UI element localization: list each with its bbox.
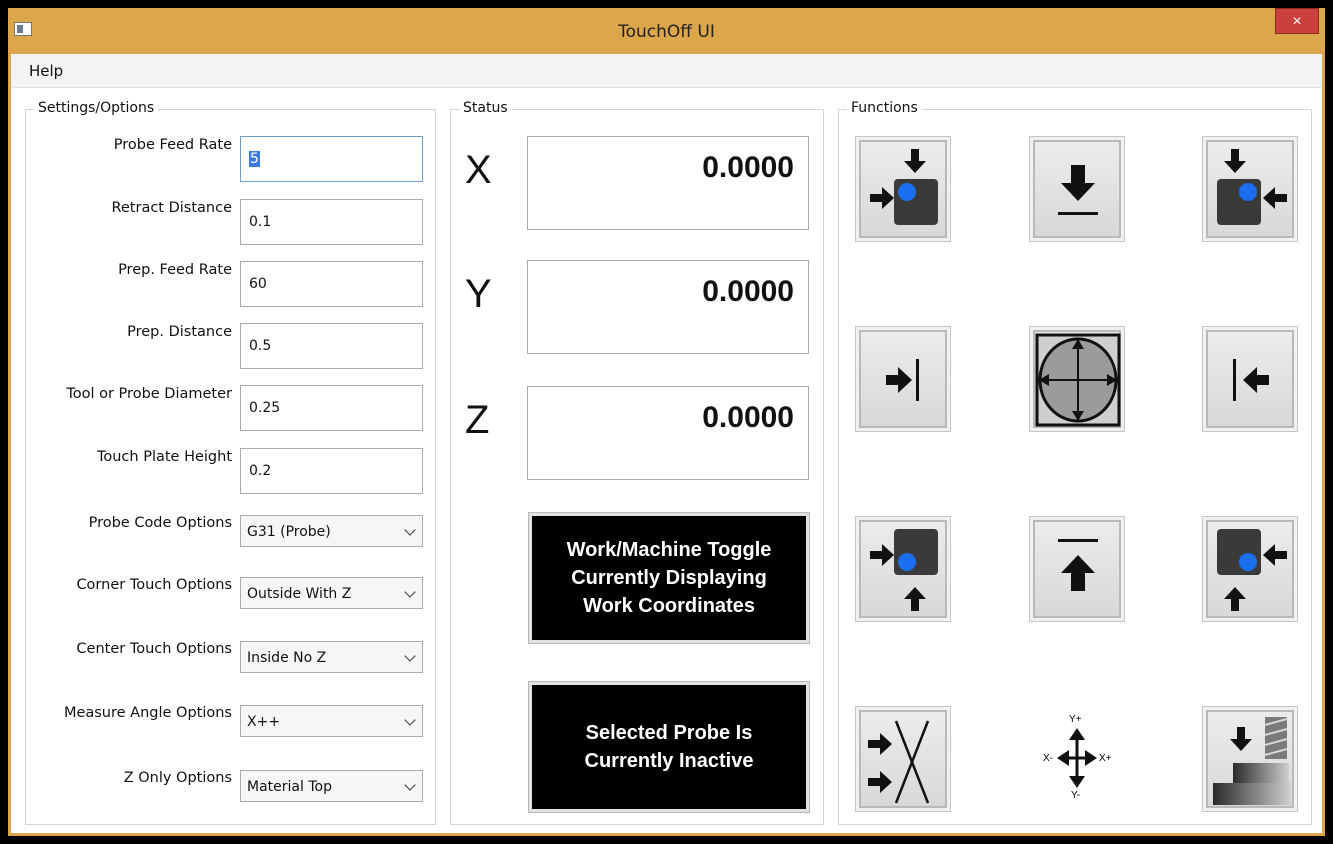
y-axis-label: Y — [465, 272, 492, 316]
probe-status-indicator: Selected Probe Is Currently Inactive — [528, 681, 810, 813]
corner-front-left-icon — [870, 529, 938, 611]
y-position-display: 0.0000 — [527, 260, 809, 354]
x-axis-label: X — [465, 148, 492, 192]
status-group: Status X 0.0000 Y 0.0000 Z 0.0000 Work/M… — [450, 100, 824, 825]
menu-help[interactable]: Help — [29, 62, 63, 80]
toggle-line-2: Currently Displaying — [571, 567, 767, 589]
measure-angle-label: Measure Angle Options — [63, 705, 232, 721]
measure-angle-icon — [868, 720, 930, 804]
corner-back-left-icon — [870, 149, 938, 225]
window-title: TouchOff UI — [618, 22, 715, 42]
settings-group: Settings/Options Probe Feed Rate 5 Retra… — [25, 100, 436, 825]
z-up-icon — [1058, 539, 1098, 591]
z-only-label: Z Only Options — [123, 770, 232, 786]
corner-back-right-icon — [1217, 149, 1287, 225]
corner-front-right-icon — [1217, 529, 1287, 611]
close-button[interactable]: × — [1275, 8, 1319, 34]
z-only-touch-button[interactable] — [1202, 706, 1298, 812]
center-touch-label: Center Touch Options — [76, 641, 232, 657]
y-minus-label: Y- — [1071, 790, 1081, 801]
y-plus-label: Y+ — [1069, 714, 1082, 725]
probe-feed-rate-label: Probe Feed Rate — [113, 137, 232, 153]
work-machine-toggle-button[interactable]: Work/Machine Toggle Currently Displaying… — [528, 512, 810, 644]
tool-diameter-input[interactable]: 0.25 — [240, 385, 423, 431]
probe-corner-back-left-button[interactable] — [855, 136, 951, 242]
center-touch-select[interactable]: Inside No Z — [240, 641, 423, 673]
probe-z-up-button[interactable] — [1029, 516, 1125, 622]
prep-feed-rate-label: Prep. Feed Rate — [118, 262, 232, 278]
probe-status-line-2: Currently Inactive — [584, 750, 754, 772]
touch-plate-height-label: Touch Plate Height — [96, 449, 232, 465]
functions-group: Functions Y+ Y- X- X+ — [838, 100, 1312, 825]
probe-status-line-1: Selected Probe Is — [585, 722, 753, 744]
x-plus-label: X+ — [1099, 753, 1112, 764]
probe-center-button[interactable] — [1029, 326, 1125, 432]
corner-touch-label: Corner Touch Options — [76, 577, 232, 593]
prep-distance-input[interactable]: 0.5 — [240, 323, 423, 369]
settings-group-title: Settings/Options — [34, 100, 159, 116]
prep-distance-label: Prep. Distance — [127, 324, 232, 340]
chevron-down-icon — [404, 650, 416, 662]
retract-distance-label: Retract Distance — [111, 200, 232, 216]
probe-code-label: Probe Code Options — [88, 515, 232, 531]
chevron-down-icon — [404, 779, 416, 791]
measure-angle-select[interactable]: X++ — [240, 705, 423, 737]
app-window: TouchOff UI × Help Settings/Options Prob… — [8, 8, 1325, 836]
chevron-down-icon — [404, 714, 416, 726]
chevron-down-icon — [404, 586, 416, 598]
x-position-display: 0.0000 — [527, 136, 809, 230]
probe-z-down-button[interactable] — [1029, 136, 1125, 242]
z-only-select[interactable]: Material Top — [240, 770, 423, 802]
corner-touch-select[interactable]: Outside With Z — [240, 577, 423, 609]
center-touch-value: Inside No Z — [247, 650, 327, 666]
tool-diameter-label: Tool or Probe Diameter — [66, 386, 232, 402]
probe-edge-right-button[interactable] — [1202, 326, 1298, 432]
probe-corner-back-right-button[interactable] — [1202, 136, 1298, 242]
measure-angle-button[interactable] — [855, 706, 951, 812]
z-touch-plate-icon — [1213, 717, 1291, 805]
probe-feed-rate-input[interactable]: 5 — [240, 136, 423, 182]
probe-edge-left-button[interactable] — [855, 326, 951, 432]
toggle-line-1: Work/Machine Toggle — [566, 539, 772, 561]
probe-code-select[interactable]: G31 (Probe) — [240, 515, 423, 547]
center-find-icon — [1035, 333, 1121, 427]
menu-bar: Help — [11, 54, 1322, 88]
corner-touch-value: Outside With Z — [247, 586, 352, 602]
touch-plate-height-input[interactable]: 0.2 — [240, 448, 423, 494]
edge-right-icon — [1233, 359, 1269, 401]
probe-corner-front-left-button[interactable] — [855, 516, 951, 622]
title-bar[interactable]: TouchOff UI × — [8, 8, 1325, 54]
chevron-down-icon — [404, 524, 416, 536]
z-axis-label: Z — [465, 398, 490, 442]
probe-feed-rate-value: 5 — [249, 151, 260, 167]
z-position-display: 0.0000 — [527, 386, 809, 480]
z-only-value: Material Top — [247, 779, 332, 795]
measure-angle-value: X++ — [247, 714, 281, 730]
probe-corner-front-right-button[interactable] — [1202, 516, 1298, 622]
jog-axis-icon: Y+ Y- X- X+ — [1029, 706, 1125, 812]
z-down-icon — [1058, 165, 1098, 215]
edge-left-icon — [886, 359, 919, 401]
prep-feed-rate-input[interactable]: 60 — [240, 261, 423, 307]
status-group-title: Status — [459, 100, 512, 116]
retract-distance-input[interactable]: 0.1 — [240, 199, 423, 245]
toggle-line-3: Work Coordinates — [583, 595, 755, 617]
probe-code-value: G31 (Probe) — [247, 524, 331, 540]
functions-group-title: Functions — [847, 100, 922, 116]
client-area: Help Settings/Options Probe Feed Rate 5 … — [11, 54, 1322, 833]
x-minus-label: X- — [1043, 753, 1053, 764]
